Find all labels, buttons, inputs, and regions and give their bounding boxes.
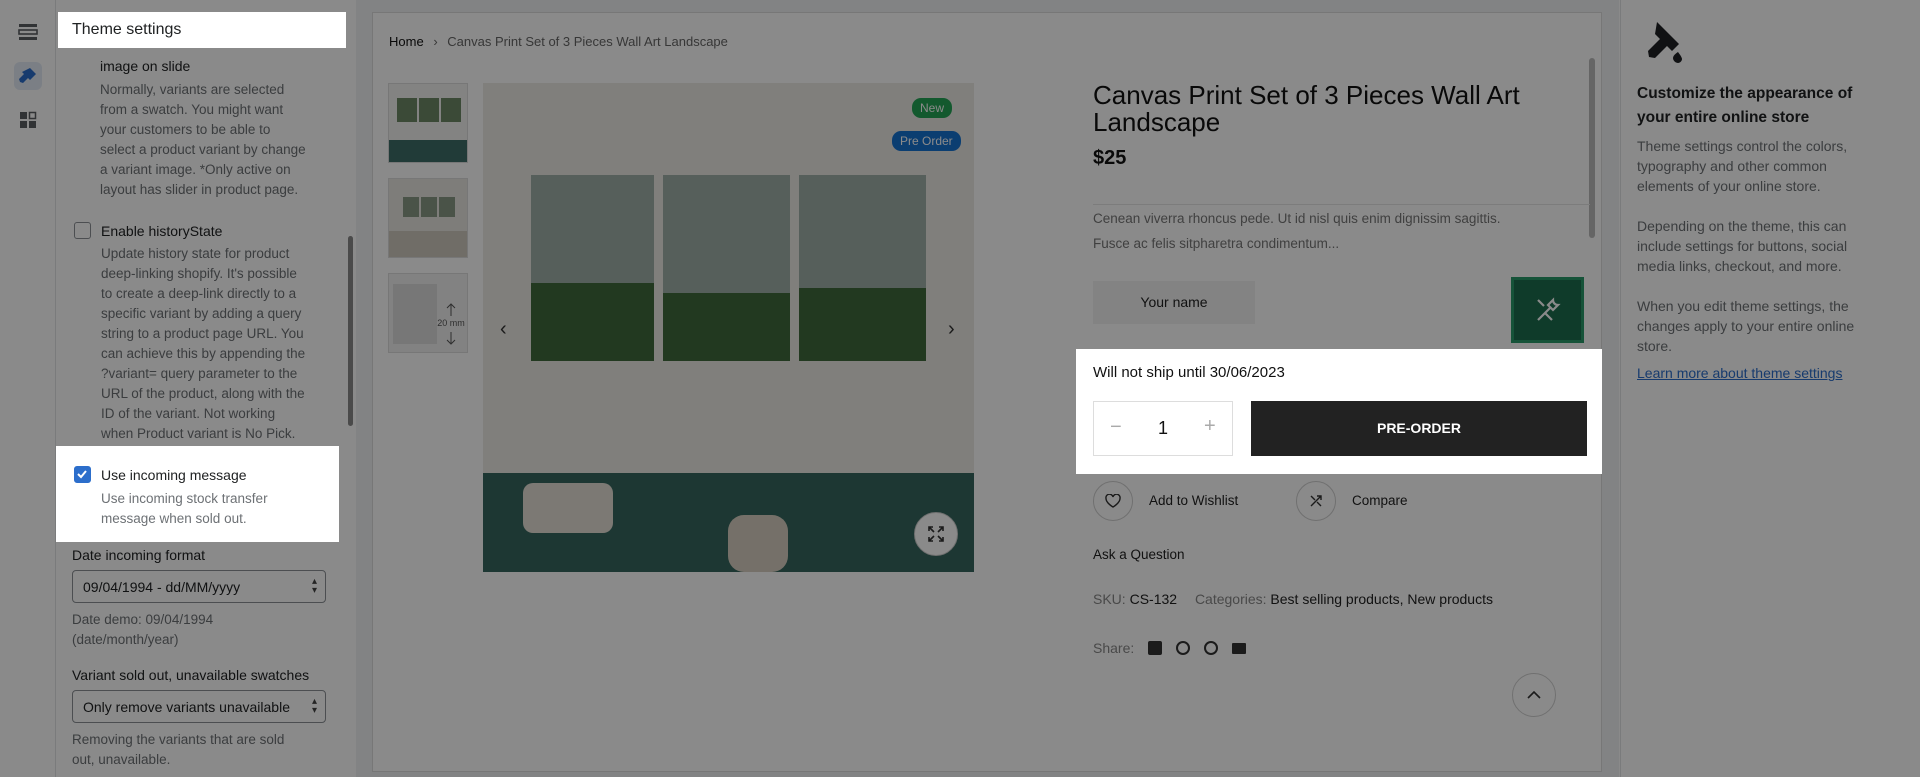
highlighted-panel-title: Theme settings	[58, 12, 346, 48]
prev-arrow-icon[interactable]: ‹	[500, 318, 507, 341]
compare-arrows-icon[interactable]	[1296, 481, 1336, 521]
apps-icon[interactable]	[14, 106, 42, 134]
preview-scrollbar[interactable]	[1589, 58, 1595, 238]
next-arrow-icon[interactable]: ›	[948, 318, 955, 341]
breadcrumb-current: Canvas Print Set of 3 Pieces Wall Art La…	[447, 34, 728, 49]
ship-notice: Will not ship until 30/06/2023	[1093, 364, 1285, 381]
soldout-swatch-select[interactable]: Only remove variants unavailable ▴ ▾	[72, 690, 326, 723]
divider	[1093, 204, 1590, 205]
sections-icon[interactable]	[14, 18, 42, 46]
tools-wrench-icon[interactable]	[1511, 277, 1584, 343]
select-caret-icon: ▴ ▾	[311, 576, 317, 596]
email-icon[interactable]	[1232, 642, 1247, 654]
preorder-badge: Pre Order	[892, 131, 961, 151]
history-state-help: Update history state for product deep-lin…	[101, 246, 306, 441]
help-paragraph-2: Depending on the theme, this can include …	[1637, 218, 1848, 274]
soldout-swatch-help: Removing the variants that are sold out, …	[72, 732, 285, 767]
your-name-field[interactable]: Your name	[1093, 281, 1255, 324]
incoming-message-help: Use incoming stock transfer message when …	[101, 491, 268, 526]
help-paragraph-3: When you edit theme settings, the changes…	[1637, 298, 1855, 354]
preorder-block: Will not ship until 30/06/2023 − 1 + PRE…	[1076, 349, 1602, 474]
qty-value[interactable]: 1	[1158, 418, 1168, 439]
variant-image-help: Normally, variants are selected from a sw…	[100, 82, 306, 197]
product-description: Cenean viverra rhoncus pede. Ut id nisl …	[1093, 211, 1501, 251]
date-demo-help: Date demo: 09/04/1994 (date/month/year)	[72, 612, 214, 647]
add-to-wishlist-link[interactable]: Add to Wishlist	[1149, 493, 1238, 508]
product-thumbnail[interactable]	[388, 83, 468, 163]
new-badge: New	[912, 98, 953, 118]
compare-link[interactable]: Compare	[1352, 493, 1408, 508]
pinterest-icon[interactable]	[1176, 641, 1191, 655]
panel-scrollbar[interactable]	[348, 236, 353, 426]
quantity-stepper[interactable]: − 1 +	[1093, 401, 1233, 456]
date-format-select[interactable]: 09/04/1994 - dd/MM/yyyy ▴ ▾	[72, 570, 326, 603]
product-meta: SKU: CS-132 Categories: Best selling pro…	[1093, 591, 1493, 607]
breadcrumb-home[interactable]: Home	[389, 34, 424, 49]
incoming-message-setting: Use incoming message Use incoming stock …	[56, 446, 339, 542]
share-row: Share:	[1093, 640, 1247, 656]
breadcrumb: Home › Canvas Print Set of 3 Pieces Wall…	[389, 34, 728, 49]
variant-image-label: image on slide	[100, 58, 191, 74]
help-panel: Customize the appearance of your entire o…	[1620, 0, 1920, 777]
back-to-top-icon[interactable]	[1512, 673, 1556, 717]
learn-more-link[interactable]: Learn more about theme settings	[1637, 365, 1842, 381]
soldout-swatch-label: Variant sold out, unavailable swatches	[72, 667, 310, 683]
svg-text:20 mm: 20 mm	[437, 318, 465, 328]
wishlist-heart-icon[interactable]	[1093, 481, 1133, 521]
editor-left-rail	[0, 0, 56, 777]
history-state-checkbox[interactable]	[74, 222, 91, 239]
product-price: $25	[1093, 147, 1127, 169]
product-thumbnail[interactable]	[388, 178, 468, 258]
date-format-label: Date incoming format	[72, 547, 206, 563]
history-state-label: Enable historyState	[101, 223, 223, 239]
twitter-icon[interactable]	[1148, 641, 1163, 655]
theme-settings-panel: Theme settings image on slide Normally, …	[56, 0, 356, 777]
product-main-image[interactable]	[483, 83, 974, 572]
product-title: Canvas Print Set of 3 Pieces Wall Art Lan…	[1093, 80, 1520, 137]
theme-settings-brush-icon[interactable]	[14, 62, 42, 90]
qty-plus-button[interactable]: +	[1204, 415, 1216, 438]
help-heading: Customize the appearance of your entire o…	[1637, 85, 1853, 126]
paint-brush-icon	[1637, 18, 1687, 73]
select-caret-icon: ▴ ▾	[311, 696, 317, 716]
product-thumbnail[interactable]: 20 mm	[388, 273, 468, 353]
pre-order-button[interactable]: PRE-ORDER	[1251, 401, 1587, 456]
ask-question-link[interactable]: Ask a Question	[1093, 547, 1185, 562]
help-paragraph-1: Theme settings control the colors, typogr…	[1637, 138, 1848, 194]
incoming-message-label: Use incoming message	[101, 467, 247, 483]
categories-links[interactable]: Best selling products, New products	[1270, 591, 1493, 607]
incoming-message-checkbox[interactable]	[74, 466, 91, 483]
telegram-icon[interactable]	[1204, 641, 1219, 655]
qty-minus-button[interactable]: −	[1110, 416, 1122, 439]
zoom-expand-icon[interactable]	[914, 512, 958, 556]
